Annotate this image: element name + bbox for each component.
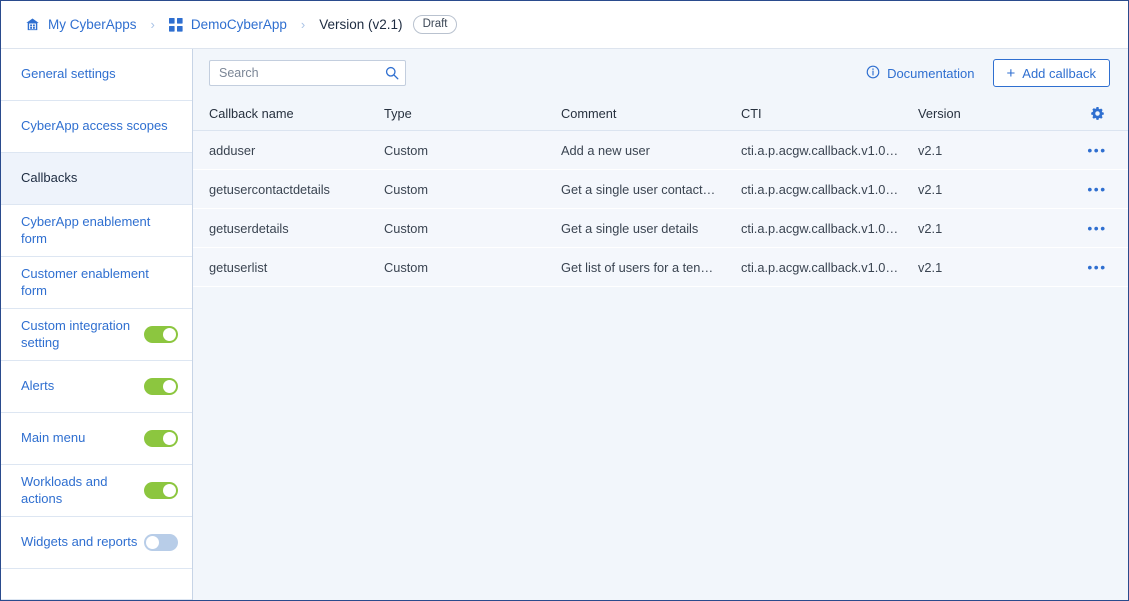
row-actions-cell: ••• [1076,182,1118,196]
breadcrumb-label: My CyberApps [48,17,137,32]
sidebar-item-custom-integration-setting[interactable]: Custom integration setting [1,309,192,361]
sidebar-item-label: Callbacks [21,170,78,186]
toggle-custom-integration-setting[interactable] [144,326,178,343]
sidebar-item-general-settings[interactable]: General settings [1,49,192,101]
row-actions-cell: ••• [1076,143,1118,157]
sidebar-item-label: Main menu [21,430,86,446]
sidebar-item-label: Workloads and actions [21,473,108,506]
toggle-widgets-and-reports[interactable] [144,534,178,551]
cell-callback-name: getuserlist [209,259,268,275]
toolbar: Documentation + Add callback [193,49,1128,97]
body: General settings CyberApp access scopes … [1,49,1128,600]
sidebar-item-label: CyberApp access scopes [21,118,168,134]
column-header-callback-name[interactable]: Callback name [209,106,384,121]
ellipsis-icon[interactable]: ••• [1087,182,1106,196]
callbacks-table: Callback name Type Comment CTI Version a… [193,97,1128,600]
cell-comment: Get a single user contact… [561,181,716,197]
breadcrumb: My CyberApps › DemoCyberApp › Version (v… [1,1,1128,49]
ellipsis-icon[interactable]: ••• [1087,260,1106,274]
cell-callback-name: getusercontactdetails [209,181,330,197]
table-empty-space [193,287,1128,600]
row-actions-cell: ••• [1076,260,1118,274]
documentation-label: Documentation [887,65,975,81]
column-header-type[interactable]: Type [384,106,561,121]
gear-icon[interactable] [1090,106,1105,121]
cell-version: v2.1 [918,181,943,197]
info-icon [866,65,880,82]
toggle-workloads-and-actions[interactable] [144,482,178,499]
sidebar-item-label: Custom integration setting [21,317,131,350]
cell-callback-name: adduser [209,142,256,158]
ellipsis-icon[interactable]: ••• [1087,143,1106,157]
sidebar: General settings CyberApp access scopes … [1,49,193,600]
cell-version: v2.1 [918,259,943,275]
column-header-cti[interactable]: CTI [741,106,918,121]
table-row[interactable]: getuserlist Custom Get list of users for… [193,248,1128,287]
cell-comment: Get list of users for a ten… [561,259,714,275]
sidebar-item-label: CyberApp enablement form [21,213,151,246]
cell-version: v2.1 [918,220,943,236]
sidebar-item-alerts[interactable]: Alerts [1,361,192,413]
breadcrumb-item-version: Version (v2.1) [319,17,402,32]
cell-type: Custom [384,142,429,158]
breadcrumb-separator: › [300,17,306,32]
sidebar-item-workloads-and-actions[interactable]: Workloads and actions [1,465,192,517]
add-callback-label: Add callback [1022,65,1096,81]
sidebar-item-label: Customer enablement form [21,265,149,298]
breadcrumb-label: Version (v2.1) [319,17,403,32]
sidebar-item-label: General settings [21,66,116,82]
cell-type: Custom [384,181,429,197]
table-settings-cell [1076,106,1118,121]
cell-cti: cti.a.p.acgw.callback.v1.0… [741,220,899,236]
plus-icon: + [1006,64,1016,82]
breadcrumb-separator: › [150,17,155,32]
row-actions-cell: ••• [1076,221,1118,235]
cell-cti: cti.a.p.acgw.callback.v1.0… [741,181,899,197]
cell-type: Custom [384,259,429,275]
sidebar-item-label: Widgets and reports [21,534,138,550]
cell-comment: Get a single user details [561,220,699,236]
sidebar-item-customer-enablement-form[interactable]: Customer enablement form [1,257,192,309]
documentation-link[interactable]: Documentation [866,65,975,82]
breadcrumb-item-democyberapp[interactable]: DemoCyberApp [168,17,287,32]
sidebar-item-main-menu[interactable]: Main menu [1,413,192,465]
search-input[interactable] [209,60,406,86]
search-field [209,60,406,86]
toggle-alerts[interactable] [144,378,178,395]
sidebar-item-widgets-and-reports[interactable]: Widgets and reports [1,517,192,569]
cell-callback-name: getuserdetails [209,220,289,236]
status-badge: Draft [412,15,458,34]
table-row[interactable]: adduser Custom Add a new user cti.a.p.ac… [193,131,1128,170]
home-icon [25,17,40,32]
table-header-row: Callback name Type Comment CTI Version [193,97,1128,131]
breadcrumb-item-my-cyberapps[interactable]: My CyberApps [25,17,137,32]
column-header-comment[interactable]: Comment [561,106,741,121]
add-callback-button[interactable]: + Add callback [992,59,1110,87]
sidebar-item-cyberapp-enablement-form[interactable]: CyberApp enablement form [1,205,192,257]
cell-type: Custom [384,220,429,236]
grid-icon [168,17,183,32]
table-row[interactable]: getusercontactdetails Custom Get a singl… [193,170,1128,209]
breadcrumb-label: DemoCyberApp [190,17,287,32]
sidebar-item-cyberapp-access-scopes[interactable]: CyberApp access scopes [1,101,192,153]
table-row[interactable]: getuserdetails Custom Get a single user … [193,209,1128,248]
sidebar-item-callbacks[interactable]: Callbacks [1,153,192,205]
cell-version: v2.1 [918,142,943,158]
sidebar-filler [1,569,192,600]
column-header-version[interactable]: Version [918,106,1076,121]
cell-comment: Add a new user [561,142,650,158]
app-window: My CyberApps › DemoCyberApp › Version (v… [0,0,1129,601]
ellipsis-icon[interactable]: ••• [1087,221,1106,235]
sidebar-item-label: Alerts [21,378,55,394]
cell-cti: cti.a.p.acgw.callback.v1.0… [741,259,899,275]
content-area: Documentation + Add callback Callback na… [193,49,1128,600]
cell-cti: cti.a.p.acgw.callback.v1.0… [741,142,899,158]
toggle-main-menu[interactable] [144,430,178,447]
